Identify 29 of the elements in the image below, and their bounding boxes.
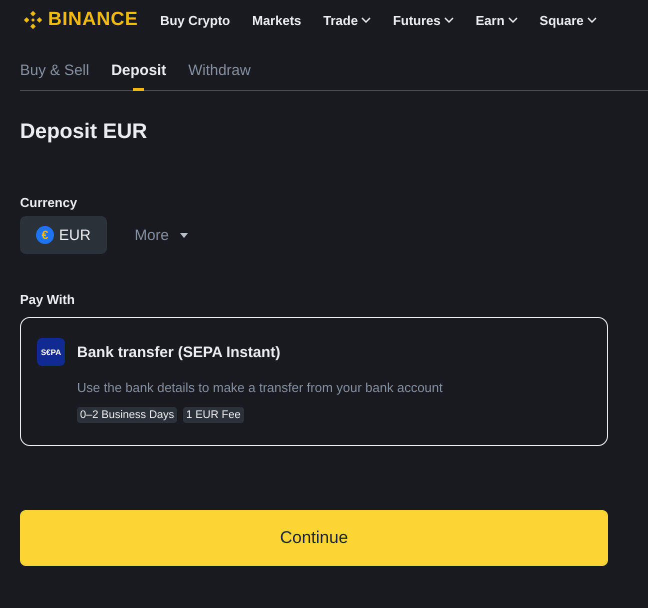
sepa-logo: S€PA [37, 338, 65, 366]
method-description: Use the bank details to make a transfer from your bank account [77, 380, 444, 395]
payment-method-card[interactable]: S€PA Bank transfer (SEPA Instant) Use the bank details to make a transfer from your bank account 0–2 Business Days 1 EUR Fee [20, 317, 608, 446]
tab[interactable]: Buy & Sell [20, 62, 90, 91]
chevron-icon [360, 17, 371, 23]
chevron-icon [444, 17, 454, 23]
euro-icon: € [36, 226, 54, 244]
nav-link[interactable]: Buy Crypto [160, 12, 230, 28]
section-label: Currency [20, 195, 78, 210]
nav-link[interactable]: Markets [252, 12, 302, 28]
section-label: Pay With [20, 292, 76, 307]
tag: 1 EUR Fee [183, 407, 244, 423]
nav-link[interactable]: Futures [392, 12, 454, 28]
nav-link[interactable]: Square [540, 12, 597, 28]
chevron-icon [586, 17, 597, 23]
nav-link[interactable]: Trade [323, 12, 371, 28]
logo-icon [22, 9, 44, 31]
tab[interactable]: Deposit [111, 62, 166, 91]
caret-icon [180, 232, 188, 238]
currency-option[interactable]: More [118, 216, 204, 254]
page-title: Deposit EUR [20, 120, 148, 144]
chevron-icon [508, 17, 518, 23]
brand-name[interactable]: BINANCE [48, 9, 138, 31]
currency-option[interactable]: € EUR [20, 216, 107, 254]
tag: 0–2 Business Days [77, 407, 178, 423]
nav-link[interactable]: Earn [476, 12, 518, 28]
tab[interactable]: Withdraw [188, 62, 251, 91]
continue-button[interactable]: Continue [20, 510, 608, 566]
method-name: Bank transfer (SEPA Instant) [77, 344, 280, 360]
